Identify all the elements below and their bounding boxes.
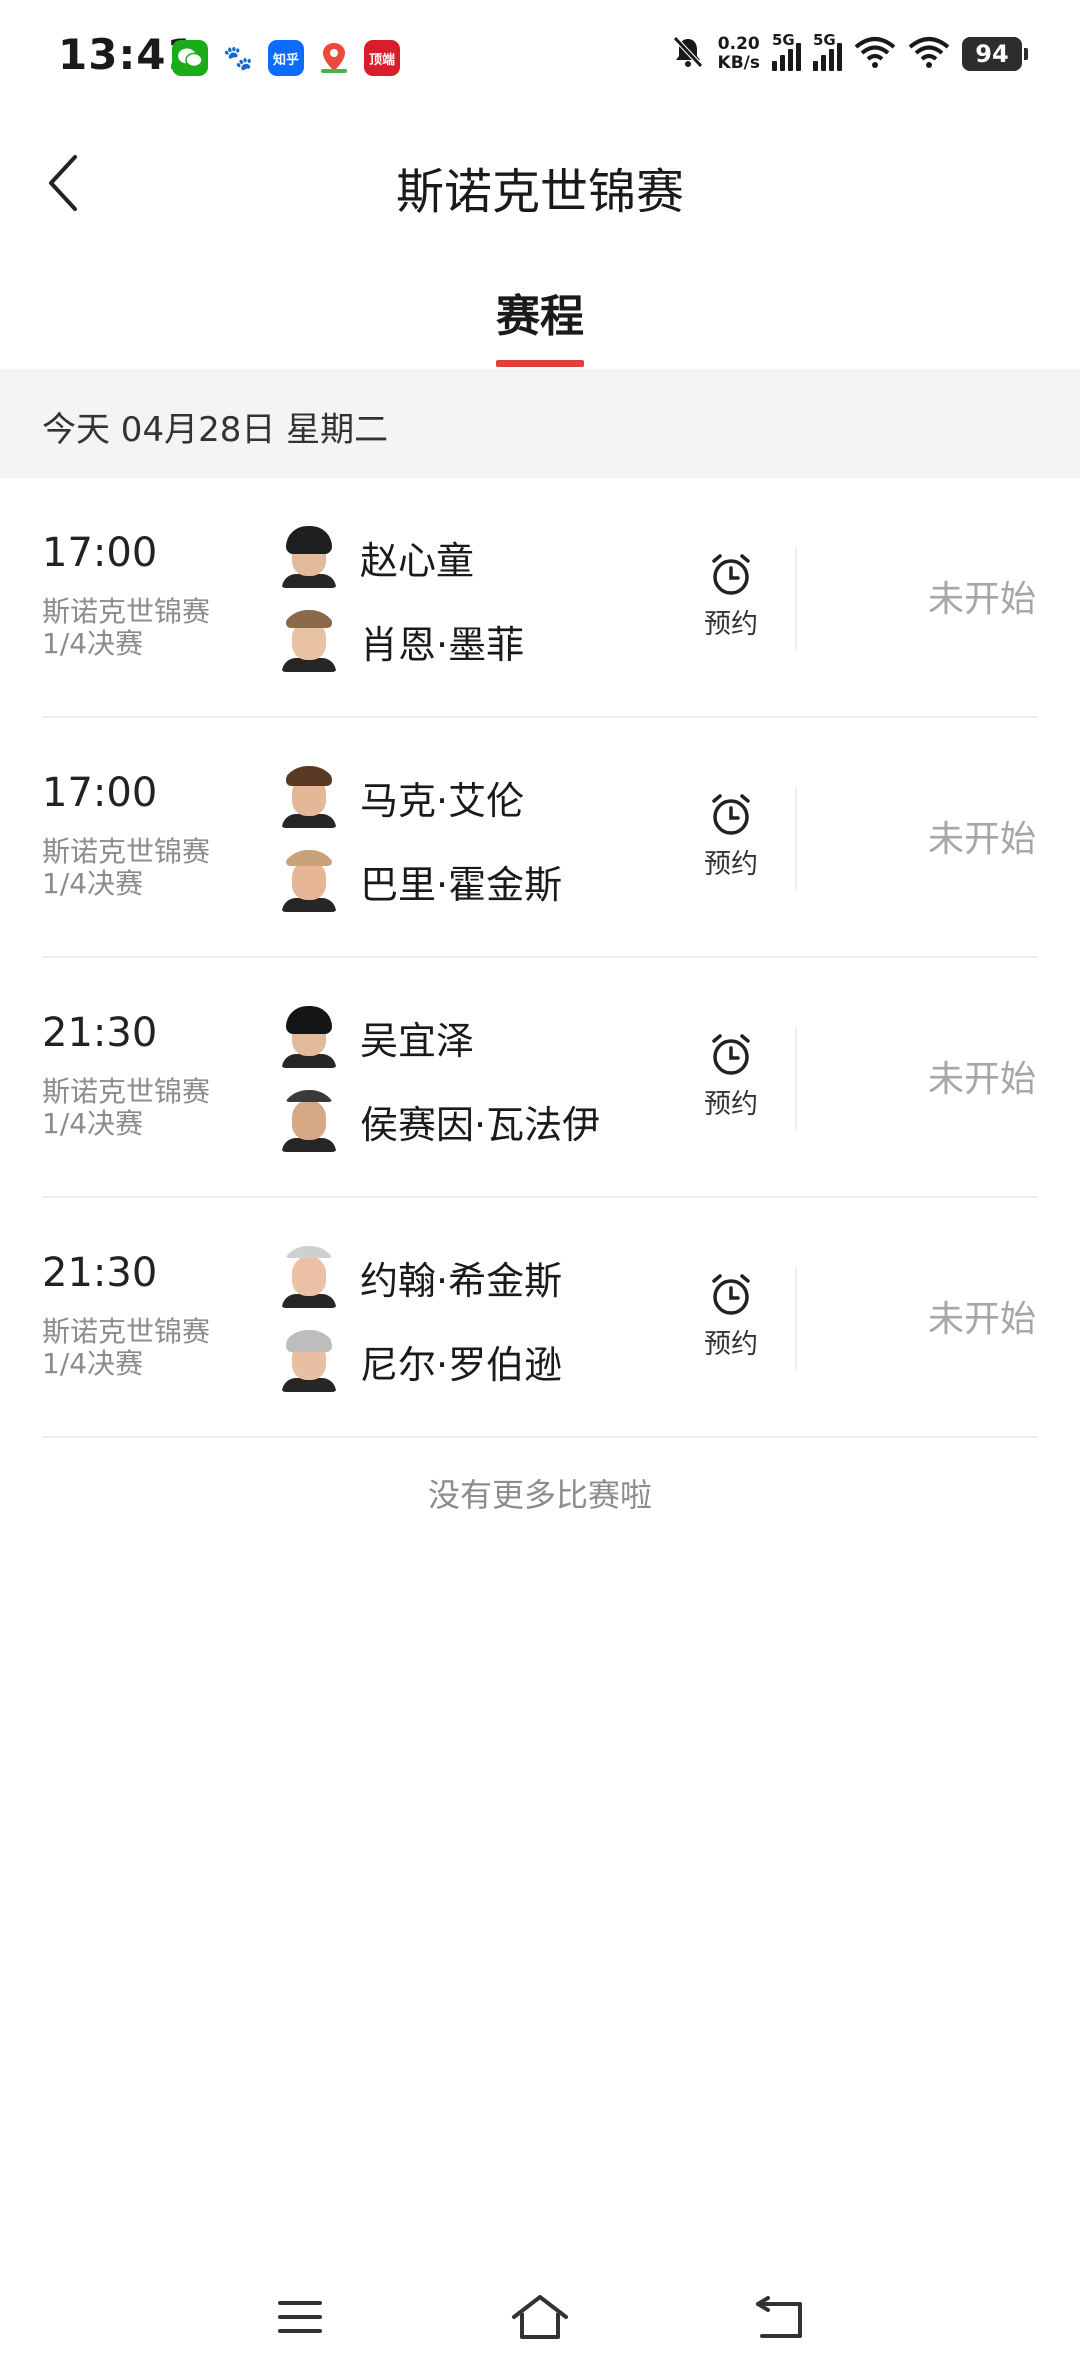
player-2: 巴里·霍金斯 bbox=[280, 850, 562, 912]
player-name: 马克·艾伦 bbox=[360, 778, 525, 823]
divider bbox=[795, 548, 797, 650]
status-indicators: 0.20 KB/s 5G 5G 94 bbox=[670, 31, 1028, 74]
match-row[interactable]: 21:30 斯诺克世锦赛 1/4决赛 约翰·希金斯 尼尔·罗伯逊 预约 未开始 bbox=[0, 1198, 1080, 1438]
network-speed-value: 0.20 bbox=[717, 34, 760, 54]
system-nav-bar bbox=[0, 2260, 1080, 2376]
match-status: 未开始 bbox=[927, 819, 1036, 860]
news-icon: 顶端 bbox=[364, 40, 400, 76]
divider bbox=[795, 1268, 797, 1370]
player-avatar bbox=[280, 1006, 338, 1068]
network-speed-unit: KB/s bbox=[717, 53, 760, 73]
alarm-clock-icon bbox=[712, 1274, 750, 1315]
divider bbox=[795, 788, 797, 890]
home-icon bbox=[512, 2295, 568, 2339]
player-name: 尼尔·罗伯逊 bbox=[360, 1342, 563, 1387]
menu-icon bbox=[278, 2301, 322, 2333]
end-of-list-text: 没有更多比赛啦 bbox=[427, 1476, 652, 1514]
player-1: 赵心童 bbox=[280, 526, 474, 588]
reserve-label: 预约 bbox=[704, 1089, 758, 1120]
player-avatar bbox=[280, 1090, 338, 1152]
match-row[interactable]: 17:00 斯诺克世锦赛 1/4决赛 马克·艾伦 巴里·霍金斯 预约 未开始 bbox=[0, 718, 1080, 958]
match-status: 未开始 bbox=[927, 1299, 1036, 1340]
player-name: 侯赛因·瓦法伊 bbox=[360, 1102, 601, 1147]
wechat-icon bbox=[172, 40, 208, 76]
mute-bell-icon bbox=[670, 34, 706, 74]
zhihu-icon: 知乎 bbox=[268, 40, 304, 76]
alarm-clock-icon bbox=[712, 1034, 750, 1075]
reserve-label: 预约 bbox=[704, 609, 758, 640]
battery-icon: 94 bbox=[962, 37, 1028, 71]
page-title: 斯诺克世锦赛 bbox=[395, 164, 684, 220]
player-avatar bbox=[280, 526, 338, 588]
status-bar: 13:41 🐾 知乎 顶端 0.20 KB/s 5G 5G 94 bbox=[0, 0, 1080, 118]
player-name: 吴宜泽 bbox=[360, 1018, 475, 1063]
sim2-label: 5G bbox=[813, 31, 836, 49]
match-row[interactable]: 21:30 斯诺克世锦赛 1/4决赛 吴宜泽 侯赛因·瓦法伊 预约 未开始 bbox=[0, 958, 1080, 1198]
player-2: 尼尔·罗伯逊 bbox=[280, 1330, 562, 1392]
active-tab-indicator bbox=[496, 360, 584, 367]
back-nav-button[interactable] bbox=[740, 2282, 820, 2352]
player-avatar bbox=[280, 850, 338, 912]
match-time: 17:00 bbox=[42, 770, 158, 816]
divider bbox=[795, 1028, 797, 1130]
player-1: 约翰·希金斯 bbox=[280, 1246, 562, 1308]
row-divider bbox=[42, 1436, 1038, 1438]
player-name: 赵心童 bbox=[360, 538, 475, 583]
tab-bar: 赛程 bbox=[0, 258, 1080, 368]
match-round: 1/4决赛 bbox=[42, 867, 144, 900]
match-round: 1/4决赛 bbox=[42, 1107, 144, 1140]
player-2: 肖恩·墨菲 bbox=[280, 610, 524, 672]
player-1: 吴宜泽 bbox=[280, 1006, 474, 1068]
home-button[interactable] bbox=[500, 2282, 580, 2352]
menu-button[interactable] bbox=[260, 2282, 340, 2352]
date-header: 今天 04月28日 星期二 bbox=[0, 369, 1080, 478]
player-avatar bbox=[280, 1330, 338, 1392]
wifi-2-icon bbox=[908, 35, 950, 73]
baidu-icon: 🐾 bbox=[220, 40, 256, 76]
match-status: 未开始 bbox=[927, 579, 1036, 620]
reserve-button[interactable]: 预约 bbox=[694, 552, 768, 641]
tab-schedule[interactable]: 赛程 bbox=[490, 280, 590, 344]
alarm-clock-icon bbox=[712, 794, 750, 835]
match-time: 21:30 bbox=[42, 1010, 158, 1056]
match-status: 未开始 bbox=[927, 1059, 1036, 1100]
player-name: 肖恩·墨菲 bbox=[360, 622, 525, 667]
cell-signal-1-icon: 5G bbox=[772, 31, 801, 71]
wifi-icon bbox=[854, 35, 896, 73]
reserve-button[interactable]: 预约 bbox=[694, 1272, 768, 1361]
match-round: 1/4决赛 bbox=[42, 1347, 144, 1380]
match-row[interactable]: 17:00 斯诺克世锦赛 1/4决赛 赵心童 肖恩·墨菲 预约 未开始 bbox=[0, 478, 1080, 718]
sim1-label: 5G bbox=[772, 31, 795, 49]
maps-icon bbox=[316, 40, 352, 76]
match-list: 17:00 斯诺克世锦赛 1/4决赛 赵心童 肖恩·墨菲 预约 未开始 17:0… bbox=[0, 478, 1080, 1438]
player-avatar bbox=[280, 610, 338, 672]
reserve-label: 预约 bbox=[704, 849, 758, 880]
reserve-label: 预约 bbox=[704, 1329, 758, 1360]
date-label: 今天 04月28日 星期二 bbox=[42, 410, 389, 450]
reserve-button[interactable]: 预约 bbox=[694, 792, 768, 881]
match-time: 17:00 bbox=[42, 530, 158, 576]
cell-signal-2-icon: 5G bbox=[813, 31, 842, 71]
reserve-button[interactable]: 预约 bbox=[694, 1032, 768, 1121]
match-round: 1/4决赛 bbox=[42, 627, 144, 660]
player-avatar bbox=[280, 766, 338, 828]
player-avatar bbox=[280, 1246, 338, 1308]
network-speed: 0.20 KB/s bbox=[718, 35, 760, 73]
player-2: 侯赛因·瓦法伊 bbox=[280, 1090, 600, 1152]
notification-app-icons: 🐾 知乎 顶端 bbox=[172, 40, 400, 76]
player-1: 马克·艾伦 bbox=[280, 766, 524, 828]
app-header: 斯诺克世锦赛 bbox=[0, 118, 1080, 258]
alarm-clock-icon bbox=[712, 554, 750, 595]
player-name: 约翰·希金斯 bbox=[360, 1258, 563, 1303]
return-icon bbox=[756, 2296, 802, 2338]
match-time: 21:30 bbox=[42, 1250, 158, 1296]
player-name: 巴里·霍金斯 bbox=[360, 862, 563, 907]
